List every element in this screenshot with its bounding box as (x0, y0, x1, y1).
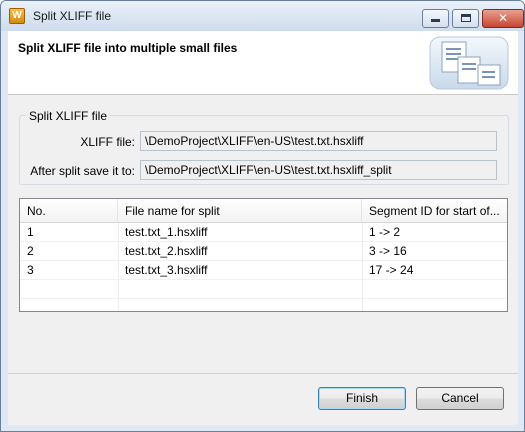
cancel-button[interactable]: Cancel (416, 387, 504, 410)
xliff-file-field[interactable]: \DemoProject\XLIFF\en-US\test.txt.hsxlif… (140, 131, 497, 151)
wizard-header: Split XLIFF file into multiple small fil… (8, 31, 518, 95)
close-icon: ✕ (497, 11, 509, 25)
xliff-file-label: XLIFF file: (80, 135, 135, 149)
footer-separator (8, 373, 518, 374)
maximize-button[interactable] (452, 9, 479, 28)
table-row[interactable]: 2 test.txt_2.hsxliff 3 -> 16 (20, 242, 507, 261)
title-bar[interactable]: W Split XLIFF file ✕ (1, 1, 524, 31)
finish-button[interactable]: Finish (318, 387, 406, 410)
cell-no: 2 (27, 244, 34, 258)
cell-file-name: test.txt_2.hsxliff (125, 244, 208, 258)
column-header-segment-id[interactable]: Segment ID for start of... (362, 199, 507, 223)
cell-file-name: test.txt_3.hsxliff (125, 263, 208, 277)
wizard-document-icon (429, 36, 509, 90)
empty-table-row (20, 280, 507, 299)
cell-segment-id: 17 -> 24 (369, 263, 414, 277)
minimize-button[interactable] (422, 9, 449, 28)
close-button[interactable]: ✕ (482, 9, 524, 28)
column-header-no[interactable]: No. (20, 199, 118, 223)
window-title: Split XLIFF file (33, 9, 112, 23)
header-title: Split XLIFF file into multiple small fil… (18, 41, 238, 55)
save-to-field[interactable]: \DemoProject\XLIFF\en-US\test.txt.hsxlif… (140, 160, 497, 180)
cell-file-name: test.txt_1.hsxliff (125, 225, 208, 239)
save-to-label: After split save it to: (30, 164, 135, 178)
table-header: No. File name for split Segment ID for s… (20, 199, 507, 223)
dialog-window: W Split XLIFF file ✕ Split XLIFF file in… (0, 0, 525, 432)
cell-no: 1 (27, 225, 34, 239)
app-icon: W (9, 8, 25, 24)
table-row[interactable]: 1 test.txt_1.hsxliff 1 -> 2 (20, 223, 507, 242)
split-table[interactable]: No. File name for split Segment ID for s… (19, 198, 508, 312)
group-legend: Split XLIFF file (26, 109, 111, 123)
cell-no: 3 (27, 263, 34, 277)
table-row[interactable]: 3 test.txt_3.hsxliff 17 -> 24 (20, 261, 507, 280)
maximize-icon (460, 14, 471, 22)
minimize-icon (431, 19, 440, 22)
column-header-file-name[interactable]: File name for split (118, 199, 362, 223)
cell-segment-id: 3 -> 16 (369, 244, 407, 258)
cell-segment-id: 1 -> 2 (369, 225, 401, 239)
